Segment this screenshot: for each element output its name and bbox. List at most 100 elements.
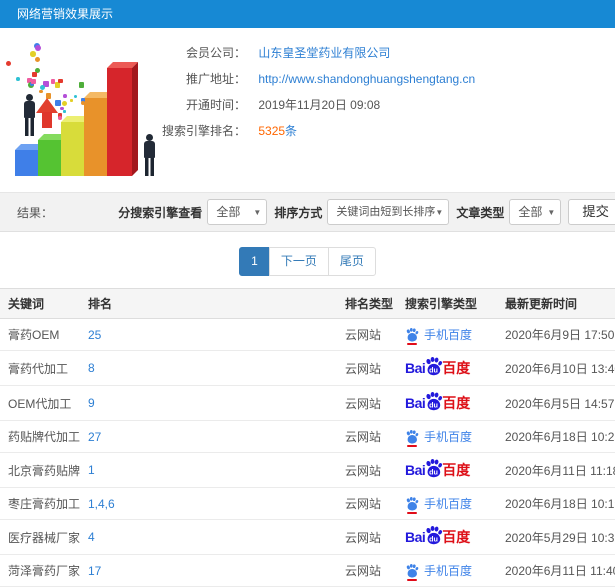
engine-filter-value: 全部 <box>216 205 241 219</box>
svg-text:du: du <box>429 400 438 409</box>
mobile-baidu-badge: 手机百度 <box>405 562 473 581</box>
mobile-baidu-paw-icon <box>405 563 419 581</box>
engine-rank-unit: 条 <box>285 124 298 138</box>
update-time-cell: 2020年6月5日 14:57 <box>497 385 615 421</box>
rank-type-header: 排名类型 <box>337 288 397 319</box>
rank-link[interactable]: 1,4,6 <box>88 497 115 511</box>
rank-type-cell: 云网站 <box>337 420 397 453</box>
rank-link[interactable]: 1 <box>88 463 95 477</box>
article-type-select[interactable]: 全部 ▼ <box>509 199 562 225</box>
update-time-cell: 2020年6月10日 13:40 <box>497 350 615 386</box>
mobile-baidu-badge: 手机百度 <box>405 495 472 514</box>
baidu-logo-bai: Bai <box>405 395 426 411</box>
update-time-cell: 2020年6月18日 10:25 <box>497 420 615 453</box>
engine-filter-select[interactable]: 全部 ▼ <box>207 199 268 225</box>
person-legs <box>145 158 154 176</box>
rank-type-cell: 云网站 <box>337 487 397 520</box>
update-time-cell: 2020年6月18日 10:19 <box>497 487 615 520</box>
mobile-baidu-paw-icon <box>405 429 419 447</box>
results-table: 关键词 排名 排名类型 搜索引擎类型 最新更新时间 膏药OEM 25 云网站 B… <box>0 288 615 587</box>
table-row: 北京膏药贴牌 1 云网站 Bai du 百度 2020年6月11日 11:18 <box>0 452 615 488</box>
page-title: 网络营销效果展示 <box>17 7 114 21</box>
result-label: 结果： <box>17 205 54 220</box>
baidu-paw-icon: du <box>424 458 443 478</box>
table-row: 药贴牌代加工 27 云网站 Bai <box>0 420 615 453</box>
mobile-baidu-badge: 手机百度 <box>405 326 472 345</box>
sort-filter-value: 关键词由短到长排序 <box>336 206 436 218</box>
baidu-logo-bai: Bai <box>405 360 426 376</box>
baidu-paw-icon: du <box>424 391 443 411</box>
mobile-baidu-badge: 手机百度 <box>405 428 473 447</box>
rank-type-cell: 云网站 <box>337 350 397 386</box>
red-underline <box>407 578 417 581</box>
svg-text:du: du <box>429 365 438 374</box>
rank-link[interactable]: 17 <box>88 564 101 578</box>
engine-type-cell: Bai du 百度 <box>405 326 489 345</box>
update-time-cell: 2020年6月11日 11:40 <box>497 554 615 587</box>
submit-button[interactable]: 提交 <box>568 199 615 225</box>
pagination-next-button[interactable]: 下一页 <box>268 247 329 276</box>
hero-bar <box>38 140 63 176</box>
baidu-logo-cn: 百度 <box>442 360 471 376</box>
member-company-row: 会员公司： 山东皇圣堂药业有限公司 <box>0 40 615 66</box>
engine-rank-label: 搜索引擎排名： <box>161 124 246 138</box>
keyword-cell: 菏泽膏药厂家 <box>0 554 80 587</box>
engine-type-cell: Bai du 百度 <box>405 391 489 413</box>
page-header: 网络营销效果展示 <box>0 0 615 28</box>
rank-type-cell: 云网站 <box>337 318 397 351</box>
rank-link[interactable]: 8 <box>88 361 95 375</box>
engine-type-cell: Bai du 百度 <box>405 458 489 480</box>
table-row: OEM代加工 9 云网站 Bai du 百度 2020年6月5日 14:57 <box>0 385 615 421</box>
keyword-cell: 医疗器械厂家 <box>0 519 80 555</box>
table-row: 膏药代加工 8 云网站 Bai du 百度 2020年6月10日 13:40 <box>0 350 615 386</box>
baidu-logo: Bai du 百度 <box>405 525 471 547</box>
rank-link[interactable]: 9 <box>88 396 95 410</box>
keyword-cell: OEM代加工 <box>0 385 80 421</box>
filter-controls: 分搜索引擎查看 全部 ▼ 排序方式 关键词由短到长排序 ▼ 文章类型 全部 ▼ … <box>111 199 615 225</box>
table-row: 菏泽膏药厂家 17 云网站 Bai <box>0 554 615 587</box>
baidu-logo-bai: Bai <box>405 462 426 478</box>
rank-type-cell: 云网站 <box>337 519 397 555</box>
engine-type-header: 搜索引擎类型 <box>397 288 497 319</box>
rank-link[interactable]: 27 <box>88 430 101 444</box>
red-underline <box>407 511 417 514</box>
rank-link[interactable]: 4 <box>88 530 95 544</box>
engine-rank-count: 5325 <box>258 124 286 138</box>
baidu-logo: Bai du 百度 <box>405 458 470 480</box>
member-company-link[interactable]: 山东皇圣堂药业有限公司 <box>258 46 390 60</box>
engine-type-cell: Bai du 百度 <box>405 356 489 378</box>
rank-type-cell: 云网站 <box>337 452 397 488</box>
info-section: 会员公司： 山东皇圣堂药业有限公司 推广地址： http://www.shand… <box>0 28 615 192</box>
engine-rank-row: 搜索引擎排名： 5325条 <box>0 118 615 144</box>
svg-text:du: du <box>429 534 438 543</box>
keyword-header: 关键词 <box>0 288 80 319</box>
pagination: 1 下一页 尾页 <box>0 247 615 276</box>
mobile-baidu-label: 手机百度 <box>424 430 473 444</box>
keyword-cell: 膏药代加工 <box>0 350 80 386</box>
results-table-body: 膏药OEM 25 云网站 Bai <box>0 318 615 587</box>
article-type-label: 文章类型 <box>456 205 505 220</box>
pagination-last-button[interactable]: 尾页 <box>327 247 376 276</box>
promo-url-link[interactable]: http://www.shandonghuangshengtang.cn <box>258 72 475 86</box>
account-info: 会员公司： 山东皇圣堂药业有限公司 推广地址： http://www.shand… <box>0 28 615 144</box>
engine-type-cell: Bai du 百度 <box>405 562 489 581</box>
mobile-baidu-paw-icon <box>405 496 419 514</box>
pagination-page-1[interactable]: 1 <box>239 247 270 276</box>
update-time-header: 最新更新时间 <box>497 288 615 319</box>
open-time-value: 2019年11月20日 09:08 <box>258 98 381 112</box>
hero-bar <box>15 150 40 176</box>
svg-text:du: du <box>429 467 438 476</box>
table-header-row: 关键词 排名 排名类型 搜索引擎类型 最新更新时间 <box>0 288 615 319</box>
member-company-label: 会员公司： <box>185 46 246 60</box>
keyword-cell: 北京膏药贴牌 <box>0 452 80 488</box>
keyword-cell: 枣庄膏药加工 <box>0 487 80 520</box>
sort-filter-select[interactable]: 关键词由短到长排序 ▼ <box>327 199 450 225</box>
chevron-down-icon: ▼ <box>253 208 262 217</box>
article-type-value: 全部 <box>518 205 543 219</box>
chevron-down-icon: ▼ <box>547 208 556 217</box>
table-row: 医疗器械厂家 4 云网站 Bai du 百度 2020年5月29日 10:32 <box>0 519 615 555</box>
rank-link[interactable]: 25 <box>88 328 101 342</box>
mobile-baidu-label: 手机百度 <box>424 564 473 578</box>
engine-type-cell: Bai du 百度 <box>405 495 489 514</box>
baidu-logo-cn: 百度 <box>442 529 471 545</box>
